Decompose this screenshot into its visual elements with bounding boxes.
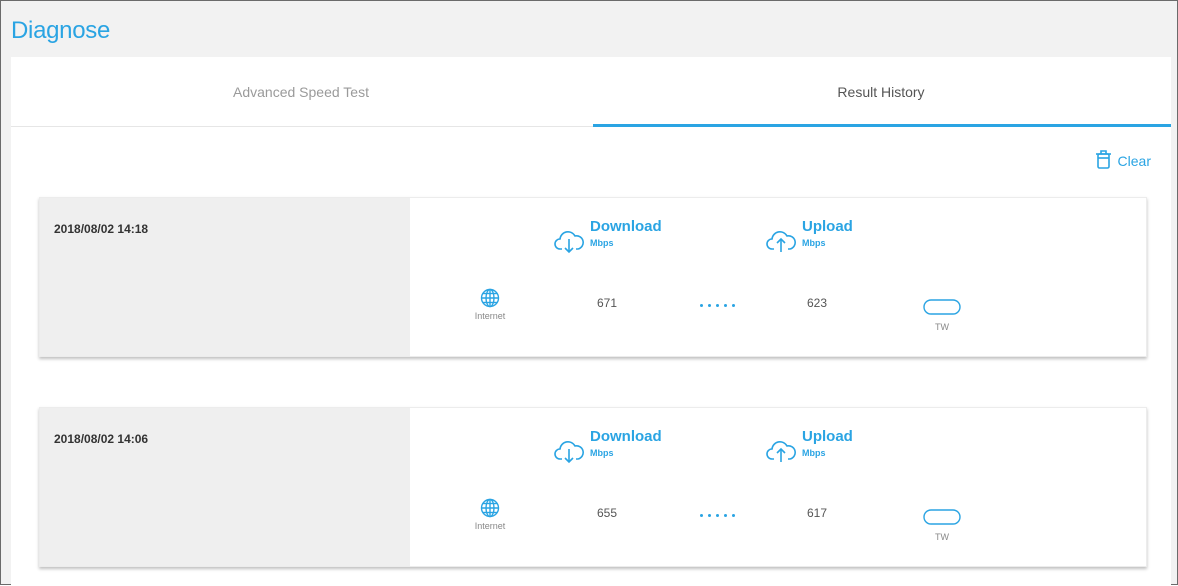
globe-icon — [470, 288, 510, 308]
download-unit: Mbps — [590, 448, 614, 458]
upload-metric: Upload Mbps — [766, 218, 853, 261]
cloud-download-icon — [554, 428, 584, 471]
download-value: 671 — [597, 296, 618, 310]
server-label: TW — [935, 322, 949, 332]
upload-metric: Upload Mbps — [766, 428, 853, 471]
result-card: 2018/08/02 14:18 Download Mbps Upload Mb… — [39, 197, 1147, 357]
download-metric: Download Mbps — [554, 218, 662, 261]
tab-bar: Advanced Speed Test Result History — [11, 57, 1171, 127]
cloud-upload-icon — [766, 428, 796, 471]
main-panel: Advanced Speed Test Result History Clear… — [11, 57, 1171, 586]
page-title: Diagnose — [11, 17, 111, 44]
active-tab-indicator — [593, 124, 1171, 127]
server-node: TW — [922, 508, 962, 542]
trash-icon — [1095, 149, 1112, 172]
result-card-header: 2018/08/02 14:06 — [40, 408, 410, 566]
upload-value: 617 — [807, 506, 828, 520]
clear-button[interactable]: Clear — [1095, 149, 1151, 172]
result-timestamp: 2018/08/02 14:06 — [54, 432, 149, 446]
clear-label: Clear — [1117, 152, 1151, 169]
cloud-download-icon — [554, 218, 584, 261]
server-label: TW — [935, 532, 949, 542]
upload-label: Upload — [802, 428, 853, 445]
server-icon — [922, 298, 962, 316]
internet-label: Internet — [474, 311, 506, 321]
globe-icon — [470, 498, 510, 518]
upload-label: Upload — [802, 218, 853, 235]
result-timestamp: 2018/08/02 14:18 — [54, 222, 149, 236]
server-icon — [922, 508, 962, 526]
internet-node: Internet — [470, 288, 510, 321]
tab-advanced-speed-test[interactable]: Advanced Speed Test — [11, 57, 591, 127]
upload-unit: Mbps — [802, 448, 826, 458]
app-frame: Diagnose Advanced Speed Test Result Hist… — [0, 0, 1178, 586]
upload-value: 623 — [807, 296, 828, 310]
tab-result-history[interactable]: Result History — [591, 57, 1171, 127]
cloud-upload-icon — [766, 218, 796, 261]
download-label: Download — [590, 218, 662, 235]
result-card: 2018/08/02 14:06 Download Mbps Upload Mb… — [39, 407, 1147, 567]
download-metric: Download Mbps — [554, 428, 662, 471]
result-card-header: 2018/08/02 14:18 — [40, 198, 410, 356]
download-unit: Mbps — [590, 238, 614, 248]
connection-dots — [700, 514, 735, 517]
download-value: 655 — [597, 506, 618, 520]
download-label: Download — [590, 428, 662, 445]
upload-unit: Mbps — [802, 238, 826, 248]
connection-dots — [700, 304, 735, 307]
internet-label: Internet — [474, 521, 506, 531]
server-node: TW — [922, 298, 962, 332]
internet-node: Internet — [470, 498, 510, 531]
